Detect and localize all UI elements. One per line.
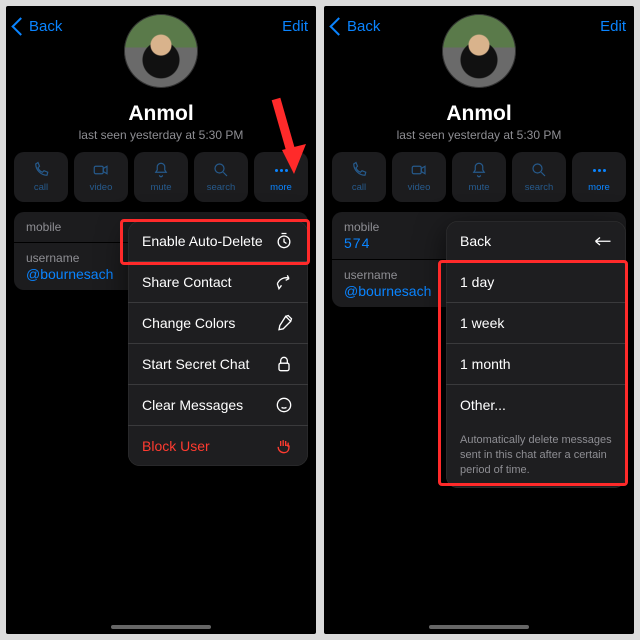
menu-secret-chat[interactable]: Start Secret Chat [128, 343, 308, 384]
last-seen: last seen yesterday at 5:30 PM [324, 128, 634, 142]
menu-auto-delete[interactable]: Enable Auto-Delete [128, 221, 308, 261]
timer-icon [274, 231, 294, 251]
chevron-left-icon [329, 17, 347, 35]
auto-delete-popup: Back 1 day 1 week 1 month Other... Autom… [446, 221, 626, 488]
action-row: call video mute search [324, 142, 634, 210]
home-indicator [429, 625, 529, 629]
option-1-week-label: 1 week [460, 315, 504, 331]
profile-name: Anmol [6, 102, 316, 126]
avatar[interactable] [124, 14, 198, 88]
video-label: video [90, 182, 113, 193]
mute-button[interactable]: mute [452, 152, 506, 202]
action-row: call video mute search [6, 142, 316, 210]
search-icon [530, 161, 548, 179]
video-icon [92, 161, 110, 179]
left-phone: Back Edit Anmol last seen yesterday at 5… [6, 6, 316, 634]
bell-icon [152, 161, 170, 179]
menu-clear-label: Clear Messages [142, 397, 243, 413]
menu-change-colors[interactable]: Change Colors [128, 302, 308, 343]
home-indicator [111, 625, 211, 629]
more-icon [590, 161, 608, 179]
popup-back-label: Back [460, 233, 491, 249]
option-1-month-label: 1 month [460, 356, 511, 372]
video-button[interactable]: video [74, 152, 128, 202]
more-label: more [270, 182, 292, 193]
back-label: Back [29, 18, 62, 35]
more-menu-popup: Enable Auto-Delete Share Contact Change … [128, 221, 308, 466]
avatar-wrap [442, 14, 516, 88]
menu-block-user[interactable]: Block User [128, 425, 308, 466]
edit-button[interactable]: Edit [282, 18, 308, 35]
search-button[interactable]: search [194, 152, 248, 202]
menu-share-label: Share Contact [142, 274, 232, 290]
video-button[interactable]: video [392, 152, 446, 202]
mute-button[interactable]: mute [134, 152, 188, 202]
menu-colors-label: Change Colors [142, 315, 235, 331]
profile-name: Anmol [324, 102, 634, 126]
menu-share-contact[interactable]: Share Contact [128, 261, 308, 302]
call-label: call [352, 182, 366, 193]
option-1-day[interactable]: 1 day [446, 261, 626, 302]
lock-icon [274, 354, 294, 374]
search-label: search [207, 182, 236, 193]
search-icon [212, 161, 230, 179]
last-seen: last seen yesterday at 5:30 PM [6, 128, 316, 142]
option-1-week[interactable]: 1 week [446, 302, 626, 343]
call-button[interactable]: call [332, 152, 386, 202]
right-screen: Back Edit Anmol last seen yesterday at 5… [324, 6, 634, 634]
mute-label: mute [150, 182, 171, 193]
bell-icon [470, 161, 488, 179]
option-other[interactable]: Other... [446, 384, 626, 425]
right-phone: Back Edit Anmol last seen yesterday at 5… [324, 6, 634, 634]
more-icon [272, 161, 290, 179]
video-icon [410, 161, 428, 179]
brush-icon [274, 313, 294, 333]
option-other-label: Other... [460, 397, 506, 413]
phone-icon [350, 161, 368, 179]
left-screen: Back Edit Anmol last seen yesterday at 5… [6, 6, 316, 634]
menu-clear-messages[interactable]: Clear Messages [128, 384, 308, 425]
clear-icon [274, 395, 294, 415]
menu-auto-delete-label: Enable Auto-Delete [142, 233, 263, 249]
back-label: Back [347, 18, 380, 35]
option-1-month[interactable]: 1 month [446, 343, 626, 384]
mute-label: mute [468, 182, 489, 193]
back-button[interactable]: Back [14, 18, 62, 35]
hand-icon [274, 436, 294, 456]
call-label: call [34, 182, 48, 193]
menu-block-label: Block User [142, 438, 210, 454]
call-button[interactable]: call [14, 152, 68, 202]
back-button[interactable]: Back [332, 18, 380, 35]
share-icon [274, 272, 294, 292]
search-label: search [525, 182, 554, 193]
more-button[interactable]: more [254, 152, 308, 202]
search-button[interactable]: search [512, 152, 566, 202]
arrow-left-icon [594, 234, 612, 248]
option-1-day-label: 1 day [460, 274, 494, 290]
menu-secret-label: Start Secret Chat [142, 356, 249, 372]
popup-description: Automatically delete messages sent in th… [446, 425, 626, 488]
avatar[interactable] [442, 14, 516, 88]
phone-icon [32, 161, 50, 179]
chevron-left-icon [11, 17, 29, 35]
more-label: more [588, 182, 610, 193]
video-label: video [408, 182, 431, 193]
edit-button[interactable]: Edit [600, 18, 626, 35]
more-button[interactable]: more [572, 152, 626, 202]
avatar-wrap [124, 14, 198, 88]
popup-back[interactable]: Back [446, 221, 626, 261]
